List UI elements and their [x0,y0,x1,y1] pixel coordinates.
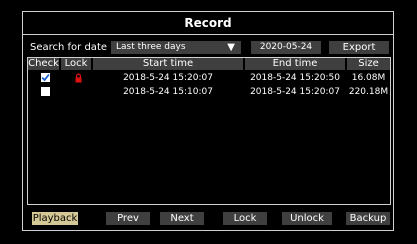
search-date-label: Search for date [30,42,108,53]
header-end-time: End time [245,58,345,70]
size-cell: 16.08M [351,73,386,83]
table-header: Check Lock Start time End time Size [28,58,390,70]
unlock-button[interactable]: Unlock [282,212,332,225]
end-time-cell: 2018-5-24 15:20:07 [250,87,340,97]
start-time-cell: 2018-5-24 15:10:07 [123,87,213,97]
date-range-select[interactable]: Last three days ▼ [111,41,241,54]
record-table: Check Lock Start time End time Size 2018… [27,57,391,205]
dialog-title: Record [184,16,232,30]
checkmark-icon [41,73,50,82]
size-cell: 220.18M [348,87,389,97]
row-checkbox[interactable] [41,73,50,82]
next-button[interactable]: Next [160,212,204,225]
header-check: Check [28,58,59,70]
export-button[interactable]: Export [329,41,389,54]
end-time-cell: 2018-5-24 15:20:50 [250,73,340,83]
title-divider [23,34,393,35]
header-lock: Lock [61,58,91,70]
start-time-cell: 2018-5-24 15:20:07 [123,73,213,83]
backup-button[interactable]: Backup [346,212,390,225]
header-size: Size [347,58,390,70]
playback-button[interactable]: Playback [32,212,78,225]
triangle-down-icon: ▼ [227,42,235,53]
padlock-icon [75,73,82,83]
table-row[interactable]: 2018-5-24 15:10:07 2018-5-24 15:20:07 22… [28,86,390,98]
search-date-field[interactable]: 2020-05-24 [251,41,321,54]
lock-button[interactable]: Lock [223,212,267,225]
row-checkbox[interactable] [41,87,50,96]
table-row[interactable]: 2018-5-24 15:20:07 2018-5-24 15:20:50 16… [28,72,390,84]
bottom-toolbar: Playback Prev Next Lock Unlock Backup [23,212,393,226]
date-range-value: Last three days [116,42,186,52]
record-dialog: Record Search for date Last three days ▼… [22,11,394,231]
prev-button[interactable]: Prev [106,212,150,225]
header-start-time: Start time [93,58,243,70]
